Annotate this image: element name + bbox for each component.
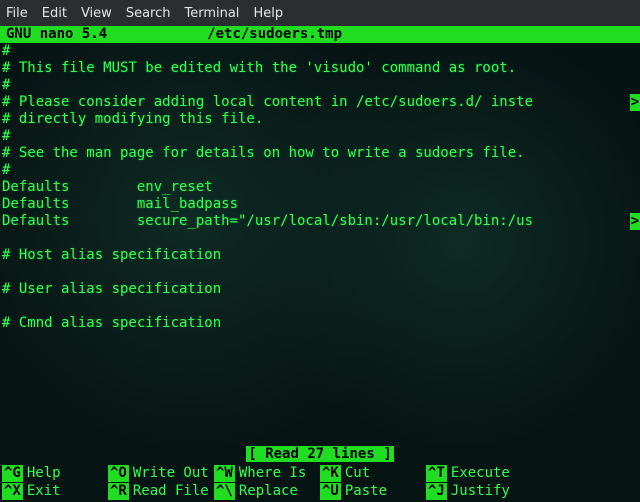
shortcut-label: Execute — [451, 465, 510, 482]
shortcut-key: ^R — [108, 483, 129, 500]
editor-line[interactable]: # — [0, 77, 640, 94]
editor-footer: [ Read 27 lines ] ^GHelp^OWrite Out^WWhe… — [0, 446, 640, 502]
editor-line[interactable]: # — [0, 128, 640, 145]
editor-line[interactable] — [0, 264, 640, 281]
editor-line[interactable]: # directly modifying this file. — [0, 111, 640, 128]
editor-shortcuts: ^GHelp^OWrite Out^WWhere Is^KCut^TExecut… — [0, 464, 640, 502]
editor-line[interactable] — [0, 298, 640, 315]
shortcut: ^TExecute — [426, 464, 532, 482]
menu-view[interactable]: View — [81, 6, 112, 21]
shortcut-key: ^T — [426, 465, 447, 482]
shortcut — [532, 482, 638, 500]
menu-file[interactable]: File — [6, 6, 28, 21]
shortcut-label: Justify — [451, 483, 510, 500]
shortcut: ^WWhere Is — [214, 464, 320, 482]
shortcut: ^\Replace — [214, 482, 320, 500]
shortcut: ^UPaste — [320, 482, 426, 500]
shortcut-label: Help — [27, 465, 61, 482]
shortcut: ^XExit — [2, 482, 108, 500]
editor-line[interactable] — [0, 332, 640, 349]
shortcut-key: ^K — [320, 465, 341, 482]
shortcut-label: Read File — [133, 483, 209, 500]
editor-line[interactable]: # This file MUST be edited with the 'vis… — [0, 60, 640, 77]
editor-line[interactable]: # Cmnd alias specification — [0, 315, 640, 332]
shortcut: ^RRead File — [108, 482, 214, 500]
terminal[interactable]: GNU nano 5.4 /etc/sudoers.tmp ## This fi… — [0, 26, 640, 502]
editor-line[interactable]: # See the man page for details on how to… — [0, 145, 640, 162]
menu-search[interactable]: Search — [126, 6, 171, 21]
shortcut-label: Exit — [27, 483, 61, 500]
editor-line[interactable] — [0, 230, 640, 247]
menu-terminal[interactable]: Terminal — [184, 6, 239, 21]
shortcut: ^JJustify — [426, 482, 532, 500]
shortcut-label: Cut — [345, 465, 370, 482]
editor-app-name: GNU nano 5.4 — [0, 26, 107, 43]
shortcut-key: ^O — [108, 465, 129, 482]
editor-line[interactable]: # — [0, 162, 640, 179]
editor-line[interactable]: # Please consider adding local content i… — [0, 94, 640, 111]
editor-line[interactable]: Defaults env_reset — [0, 179, 640, 196]
status-text: [ Read 27 lines ] — [246, 446, 393, 462]
editor-titlebar: GNU nano 5.4 /etc/sudoers.tmp — [0, 26, 640, 43]
shortcut-label: Paste — [345, 483, 387, 500]
shortcut-key: ^X — [2, 483, 23, 500]
menu-edit[interactable]: Edit — [42, 6, 67, 21]
shortcut-key: ^\ — [214, 483, 235, 500]
shortcut: ^GHelp — [2, 464, 108, 482]
editor-line[interactable]: Defaults secure_path="/usr/local/sbin:/u… — [0, 213, 640, 230]
line-overflow-indicator: > — [630, 94, 640, 111]
editor-status: [ Read 27 lines ] — [0, 446, 640, 464]
editor-line[interactable]: # — [0, 43, 640, 60]
shortcut-key: ^U — [320, 483, 341, 500]
shortcut: ^OWrite Out — [108, 464, 214, 482]
menu-help[interactable]: Help — [253, 6, 283, 21]
shortcut-label: Write Out — [133, 465, 209, 482]
shortcut: ^KCut — [320, 464, 426, 482]
shortcut-label: Replace — [239, 483, 298, 500]
line-overflow-indicator: > — [630, 213, 640, 230]
shortcut-key: ^J — [426, 483, 447, 500]
shortcut-key: ^G — [2, 465, 23, 482]
window-menubar[interactable]: File Edit View Search Terminal Help — [0, 0, 640, 26]
shortcut — [532, 464, 638, 482]
shortcut-key: ^W — [214, 465, 235, 482]
editor-line[interactable]: # Host alias specification — [0, 247, 640, 264]
editor-file-name: /etc/sudoers.tmp — [107, 26, 640, 43]
editor-line[interactable]: Defaults mail_badpass — [0, 196, 640, 213]
editor-content[interactable]: ## This file MUST be edited with the 'vi… — [0, 43, 640, 349]
shortcut-label: Where Is — [239, 465, 306, 482]
editor-line[interactable]: # User alias specification — [0, 281, 640, 298]
